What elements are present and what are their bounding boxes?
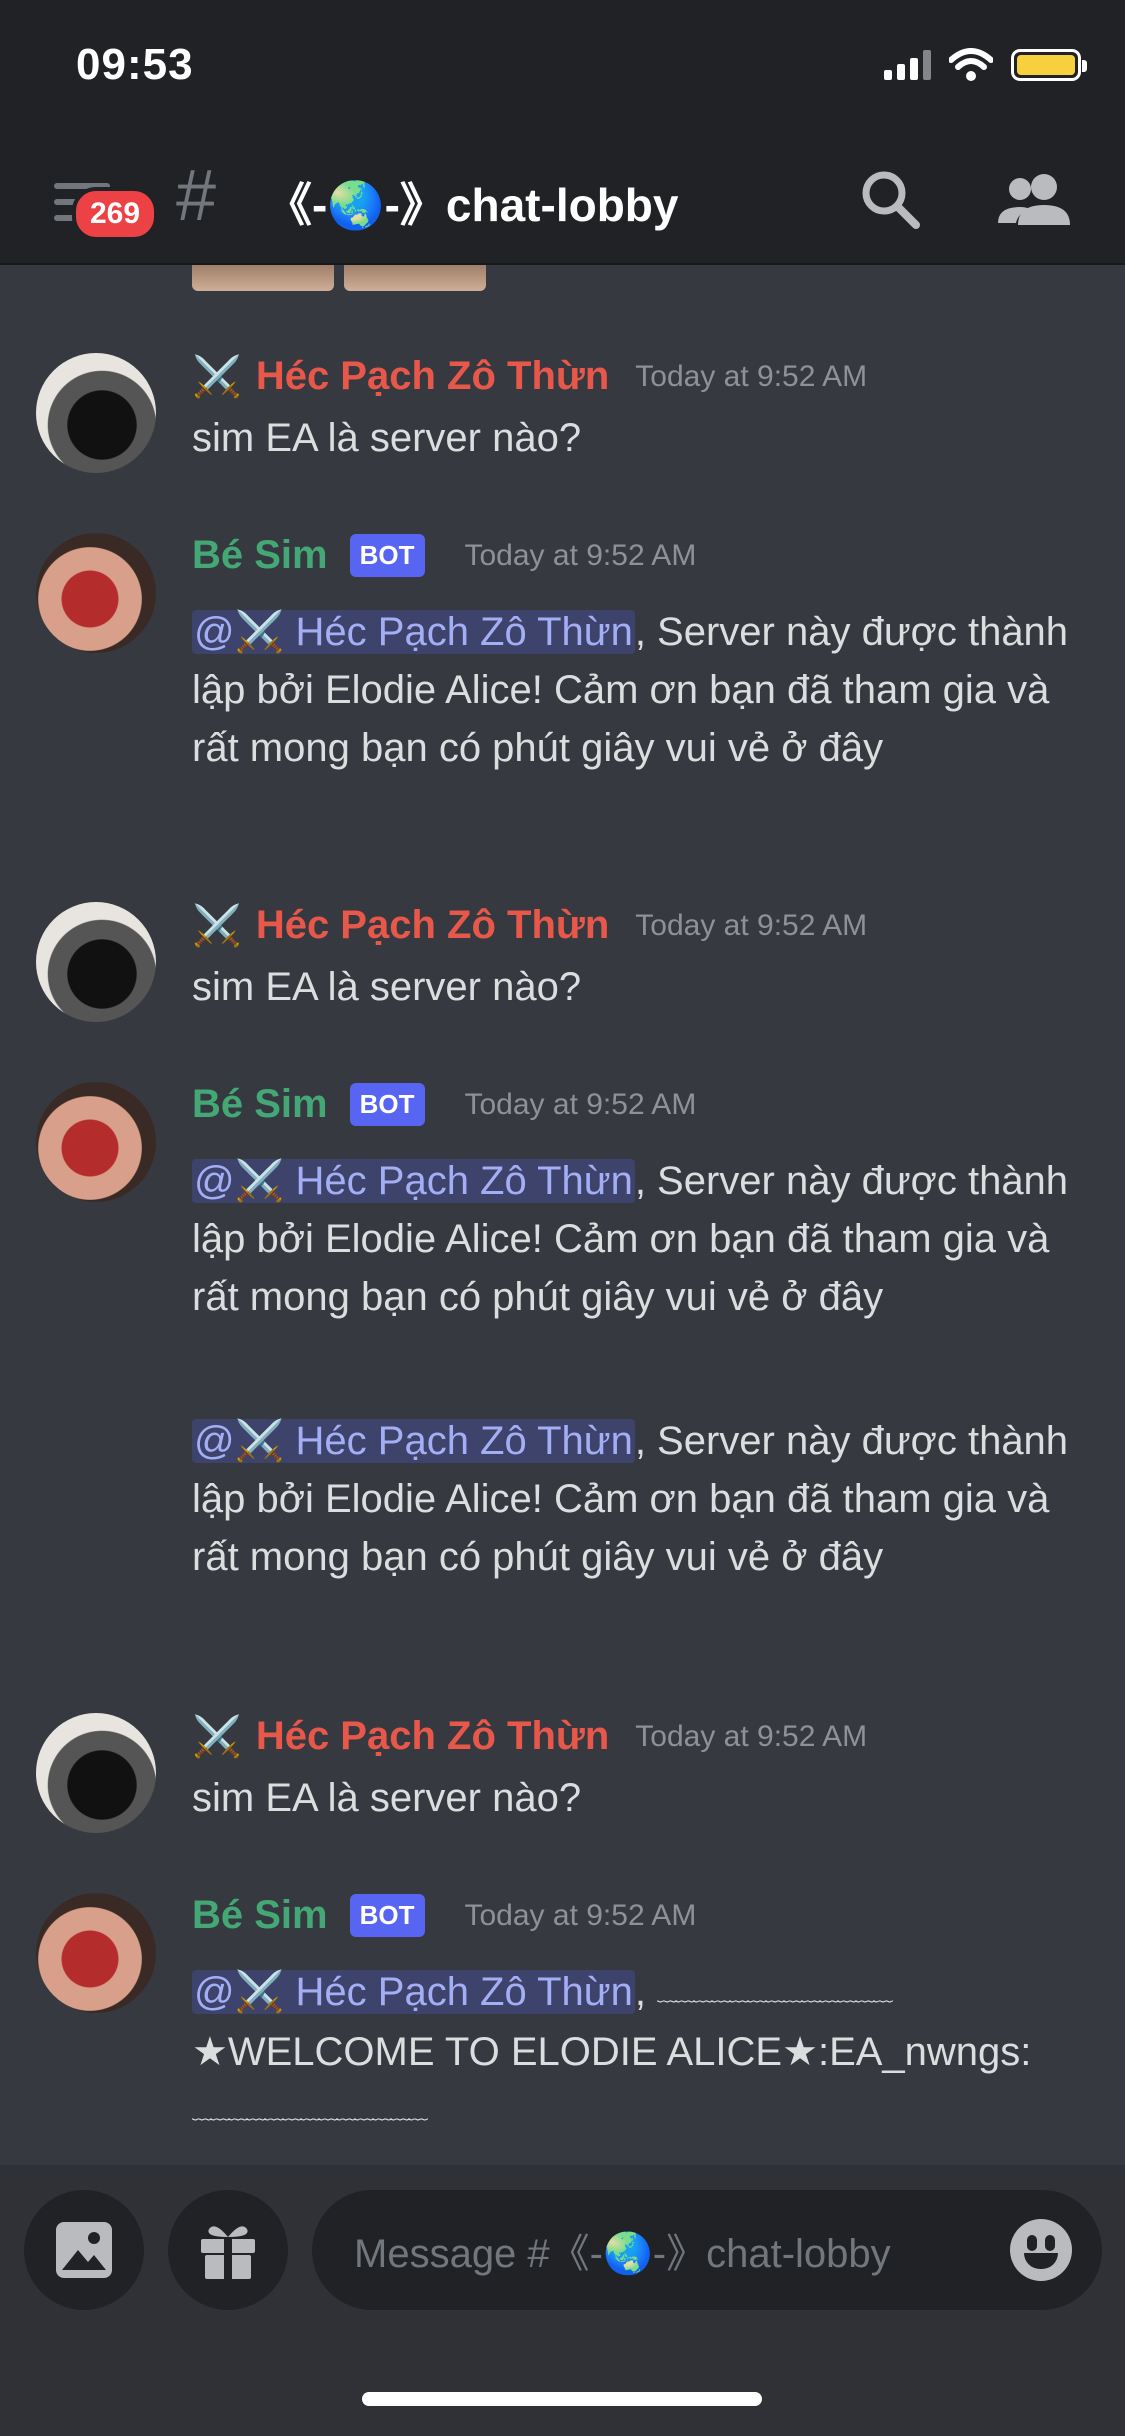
avatar[interactable] [36, 1082, 156, 1202]
status-time: 09:53 [76, 40, 194, 89]
timestamp: Today at 9:52 AM [464, 1898, 697, 1932]
author-name[interactable]: Bé Sim [192, 533, 328, 578]
gift-icon [201, 2226, 255, 2279]
message-header: ⚔️ Héc Pạch Zô Thừn Today at 9:52 AM [192, 902, 867, 949]
message-input-placeholder: Message #《-🌏-》chat-lobby [354, 2232, 891, 2276]
message-text: @⚔️ Héc Pạch Zô Thừn, ﹏﹏﹏﹏﹏﹏﹏﹏﹏﹏﹏﹏﹏ ★WEL… [192, 1963, 1082, 2142]
author-name[interactable]: Héc Pạch Zô Thừn [256, 903, 609, 948]
timestamp: Today at 9:52 AM [464, 1087, 697, 1121]
avatar[interactable] [36, 533, 156, 653]
timestamp: Today at 9:52 AM [635, 908, 868, 942]
bot-tag: BOT [349, 1083, 425, 1126]
search-icon[interactable] [858, 167, 922, 231]
bot-tag: BOT [349, 1894, 425, 1937]
channel-menu-button[interactable]: 269 [50, 175, 159, 245]
user-mention[interactable]: @⚔️ Héc Pạch Zô Thừn [192, 610, 635, 654]
message-header: Bé Sim BOT Today at 9:52 AM [192, 1082, 696, 1127]
avatar[interactable] [36, 353, 156, 473]
image-attachment-strip[interactable] [192, 265, 486, 291]
decorative-line: ﹏﹏﹏﹏﹏﹏﹏﹏﹏﹏﹏﹏﹏ [657, 1983, 893, 2006]
image-icon [56, 2222, 112, 2278]
message-header: ⚔️ Héc Pạch Zô Thừn Today at 9:52 AM [192, 1713, 867, 1760]
avatar[interactable] [36, 1893, 156, 2013]
channel-header: 269 # 《-🌏-》chat-lobby [0, 135, 1125, 265]
status-bar: 09:53 [0, 0, 1125, 135]
avatar[interactable] [36, 902, 156, 1022]
wifi-icon [949, 48, 993, 81]
message-list[interactable]: ⚔️ Héc Pạch Zô Thừn Today at 9:52 AM sim… [0, 265, 1125, 2165]
attach-image-button[interactable] [24, 2190, 144, 2310]
author-name[interactable]: Héc Pạch Zô Thừn [256, 1714, 609, 1759]
message-text: sim EA là server nào? [192, 1776, 582, 1820]
user-mention[interactable]: @⚔️ Héc Pạch Zô Thừn [192, 1419, 635, 1463]
author-name[interactable]: Bé Sim [192, 1082, 328, 1127]
timestamp: Today at 9:52 AM [635, 1719, 868, 1753]
author-prefix: ⚔️ [192, 1715, 242, 1759]
message-content: , [634, 1970, 658, 2014]
home-indicator [362, 2392, 762, 2406]
emoji-icon[interactable] [1010, 2219, 1072, 2281]
message-header: Bé Sim BOT Today at 9:52 AM [192, 1893, 696, 1938]
author-prefix: ⚔️ [192, 355, 242, 399]
unread-badge: 269 [72, 187, 159, 241]
author-prefix: ⚔️ [192, 904, 242, 948]
message-header: ⚔️ Héc Pạch Zô Thừn Today at 9:52 AM [192, 353, 867, 400]
members-icon[interactable] [996, 167, 1076, 231]
message-text: sim EA là server nào? [192, 965, 582, 1009]
message-text: @⚔️ Héc Pạch Zô Thừn, Server này được th… [192, 1152, 1082, 1326]
user-mention[interactable]: @⚔️ Héc Pạch Zô Thừn [192, 1159, 635, 1203]
welcome-text: ★WELCOME TO ELODIE ALICE★:EA_nwngs: [192, 2030, 1032, 2075]
timestamp: Today at 9:52 AM [464, 538, 697, 572]
gift-button[interactable] [168, 2190, 288, 2310]
channel-title[interactable]: 《-🌏-》chat-lobby [266, 169, 678, 235]
decorative-line: ﹏﹏﹏﹏﹏﹏﹏﹏﹏﹏﹏﹏﹏ [192, 2101, 428, 2124]
status-icons [884, 48, 1087, 82]
message-text: sim EA là server nào? [192, 416, 582, 460]
hash-icon: # [176, 156, 217, 236]
cellular-signal-icon [884, 50, 931, 80]
battery-icon [1011, 49, 1087, 81]
message-text: @⚔️ Héc Pạch Zô Thừn, Server này được th… [192, 1412, 1082, 1586]
message-input[interactable]: Message #《-🌏-》chat-lobby [312, 2190, 1102, 2310]
bot-tag: BOT [349, 534, 425, 577]
user-mention[interactable]: @⚔️ Héc Pạch Zô Thừn [192, 1970, 635, 2014]
author-name[interactable]: Héc Pạch Zô Thừn [256, 354, 609, 399]
timestamp: Today at 9:52 AM [635, 359, 868, 393]
message-header: Bé Sim BOT Today at 9:52 AM [192, 533, 696, 578]
author-name[interactable]: Bé Sim [192, 1893, 328, 1938]
avatar[interactable] [36, 1713, 156, 1833]
message-text: @⚔️ Héc Pạch Zô Thừn, Server này được th… [192, 603, 1082, 777]
